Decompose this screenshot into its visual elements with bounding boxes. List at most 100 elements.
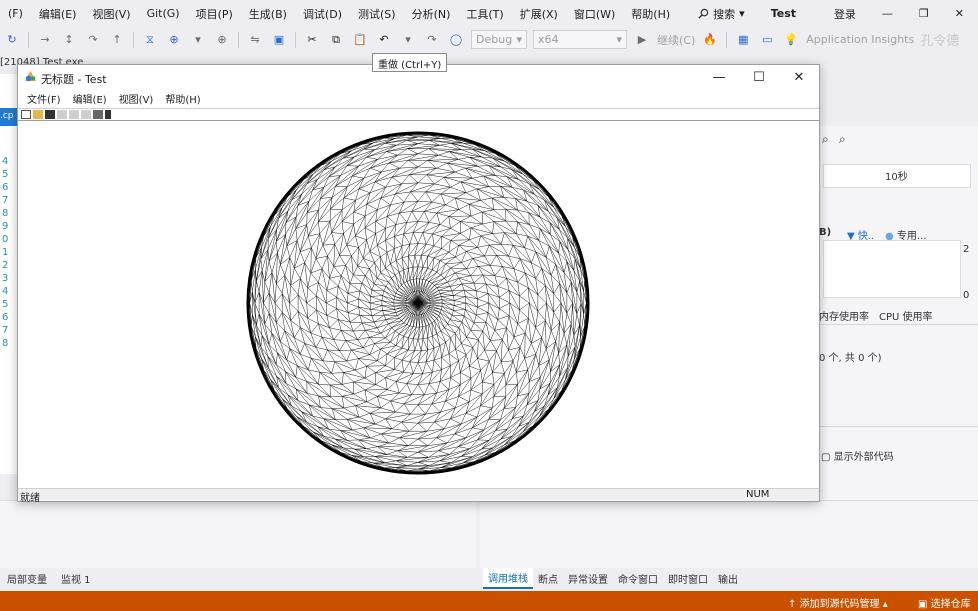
line-number: 6	[2, 182, 9, 193]
vs-menu-item[interactable]: 编辑(E)	[31, 6, 85, 22]
line-number: 1	[2, 247, 9, 258]
cut-icon[interactable]	[57, 110, 67, 119]
copy-icon[interactable]: ⧉	[328, 32, 344, 48]
app-icon	[24, 70, 37, 82]
line-number: 6	[2, 312, 9, 323]
login-link[interactable]: 登录	[834, 6, 856, 22]
tab-breakpoints[interactable]: 断点	[533, 569, 563, 588]
step-icon[interactable]: ↕	[61, 32, 77, 48]
chevron-down-icon[interactable]: ▾	[400, 32, 416, 48]
toolbar-separator	[726, 31, 728, 48]
refresh-icon[interactable]: ↻	[4, 32, 20, 48]
diagnostics-icon[interactable]: ⧖	[142, 32, 158, 48]
tab-memory-usage[interactable]: 内存使用率	[819, 308, 869, 323]
tab-call-stack[interactable]: 调用堆栈	[483, 567, 533, 589]
graph-value-bottom: 0	[963, 290, 970, 301]
print-icon[interactable]	[93, 110, 103, 119]
paste-icon[interactable]: 📋	[352, 32, 368, 48]
app-menu-view[interactable]: 视图(V)	[113, 91, 160, 106]
redo-icon[interactable]: ↷	[424, 32, 440, 48]
chevron-down-icon: ▾	[739, 7, 745, 20]
add-source-control[interactable]: ↑ 添加到源代码管理 ▴	[788, 595, 888, 610]
vs-menu-item[interactable]: (F)	[0, 7, 31, 20]
app-menu-edit[interactable]: 编辑(E)	[67, 91, 113, 106]
select-repo-label: 选择仓库	[930, 599, 971, 610]
window-icon[interactable]: ▭	[759, 32, 775, 48]
save-icon[interactable]	[45, 110, 55, 119]
platform-select[interactable]: x64 ▾	[533, 30, 627, 49]
vs-menu-item[interactable]: 工具(T)	[458, 6, 511, 22]
vs-menu-item[interactable]: 生成(B)	[241, 6, 295, 22]
close-icon[interactable]: ✕	[955, 7, 964, 20]
tab-cpu-usage[interactable]: CPU 使用率	[879, 308, 933, 323]
app-menu-help[interactable]: 帮助(H)	[159, 91, 206, 106]
redo-circle-icon[interactable]: ◯	[448, 32, 464, 48]
maximize-button[interactable]: ☐	[739, 65, 779, 89]
add-source-control-label: 添加到源代码管理	[799, 599, 880, 610]
chevron-down-icon: ▾	[516, 33, 522, 46]
select-repo[interactable]: ▣ 选择仓库	[918, 595, 971, 610]
add-icon[interactable]: ⊕	[166, 32, 182, 48]
vs-menu-item[interactable]: 扩展(X)	[512, 6, 566, 22]
layout-icon[interactable]: ▦	[735, 32, 751, 48]
watermark: 孔令德	[920, 34, 960, 49]
show-external-code[interactable]: ▢ 显示外部代码	[821, 448, 894, 463]
vs-menu-item[interactable]: 视图(V)	[84, 6, 138, 22]
navigate-forward-icon[interactable]: →	[37, 32, 53, 48]
vs-menu-item[interactable]: 测试(S)	[350, 6, 404, 22]
app-menu-file[interactable]: 文件(F)	[21, 91, 67, 106]
continue-label[interactable]: 继续(C)	[657, 32, 695, 48]
zoom-out-icon[interactable]: ⌕	[839, 132, 846, 147]
insights-label[interactable]: Application Insights	[806, 33, 914, 46]
cut-icon[interactable]: ✂	[304, 32, 320, 48]
chevron-down-icon[interactable]: ▾	[190, 32, 206, 48]
save-all-icon[interactable]: ▣	[271, 32, 287, 48]
tab-command-window[interactable]: 命令窗口	[613, 569, 663, 588]
undo-icon[interactable]: ↶	[376, 32, 392, 48]
sphere-mesh	[247, 133, 589, 473]
show-external-code-label: 显示外部代码	[833, 452, 894, 463]
step-over-icon[interactable]: ↷	[85, 32, 101, 48]
play-icon[interactable]: ▶	[634, 32, 650, 48]
tab-watch[interactable]: 监视 1	[61, 571, 91, 586]
platform-value: x64	[538, 33, 559, 46]
bottom-right-tabs: 调用堆栈 断点 异常设置 命令窗口 即时窗口 输出	[480, 567, 978, 589]
vs-menu-item[interactable]: 调试(D)	[295, 6, 350, 22]
time-label: 10秒	[885, 172, 908, 183]
configuration-select[interactable]: Debug ▾	[471, 30, 527, 49]
minimize-button[interactable]: —	[699, 65, 739, 89]
new-file-icon[interactable]	[21, 110, 31, 119]
open-file-icon[interactable]	[33, 110, 43, 119]
tab-output[interactable]: 输出	[713, 569, 743, 588]
restore-icon[interactable]: ❐	[919, 7, 929, 20]
status-num: NUM	[746, 489, 770, 500]
minimize-icon[interactable]: —	[882, 7, 893, 20]
tab-exception-settings[interactable]: 异常设置	[563, 569, 613, 588]
bottom-left-tabs: 局部变量 监视 1	[0, 568, 476, 588]
help-icon[interactable]	[105, 110, 111, 119]
vs-menu-item[interactable]: Git(G)	[139, 7, 188, 20]
call-stack-panel	[480, 500, 978, 568]
hot-reload-icon[interactable]: 🔥	[702, 32, 718, 48]
zoom-in-icon[interactable]: ⌕	[822, 132, 829, 147]
vs-menu-item[interactable]: 分析(N)	[404, 6, 459, 22]
vs-menu-item[interactable]: 窗口(W)	[566, 6, 623, 22]
line-number: 8	[2, 338, 9, 349]
close-button[interactable]: ✕	[779, 65, 819, 89]
paste-icon[interactable]	[81, 110, 91, 119]
drawing-area	[18, 122, 819, 488]
copy-icon[interactable]	[69, 110, 79, 119]
vs-menu-item[interactable]: 帮助(H)	[623, 6, 678, 22]
vs-menu-item[interactable]: 项目(P)	[188, 6, 241, 22]
step-out-icon[interactable]: ↑	[109, 32, 125, 48]
search-box[interactable]: 搜索 ▾	[692, 4, 751, 24]
editor-tab[interactable]: .cp	[0, 108, 18, 126]
tab-locals[interactable]: 局部变量	[7, 571, 47, 586]
search-label: 搜索	[713, 7, 736, 21]
tab-immediate-window[interactable]: 即时窗口	[663, 569, 713, 588]
lightbulb-icon[interactable]: 💡	[783, 32, 799, 48]
toggle-icon[interactable]: ⇋	[247, 32, 263, 48]
configuration-value: Debug	[476, 33, 513, 46]
vs-status-bar: ↑ 添加到源代码管理 ▴ ▣ 选择仓库	[0, 591, 978, 611]
divider	[819, 324, 978, 325]
